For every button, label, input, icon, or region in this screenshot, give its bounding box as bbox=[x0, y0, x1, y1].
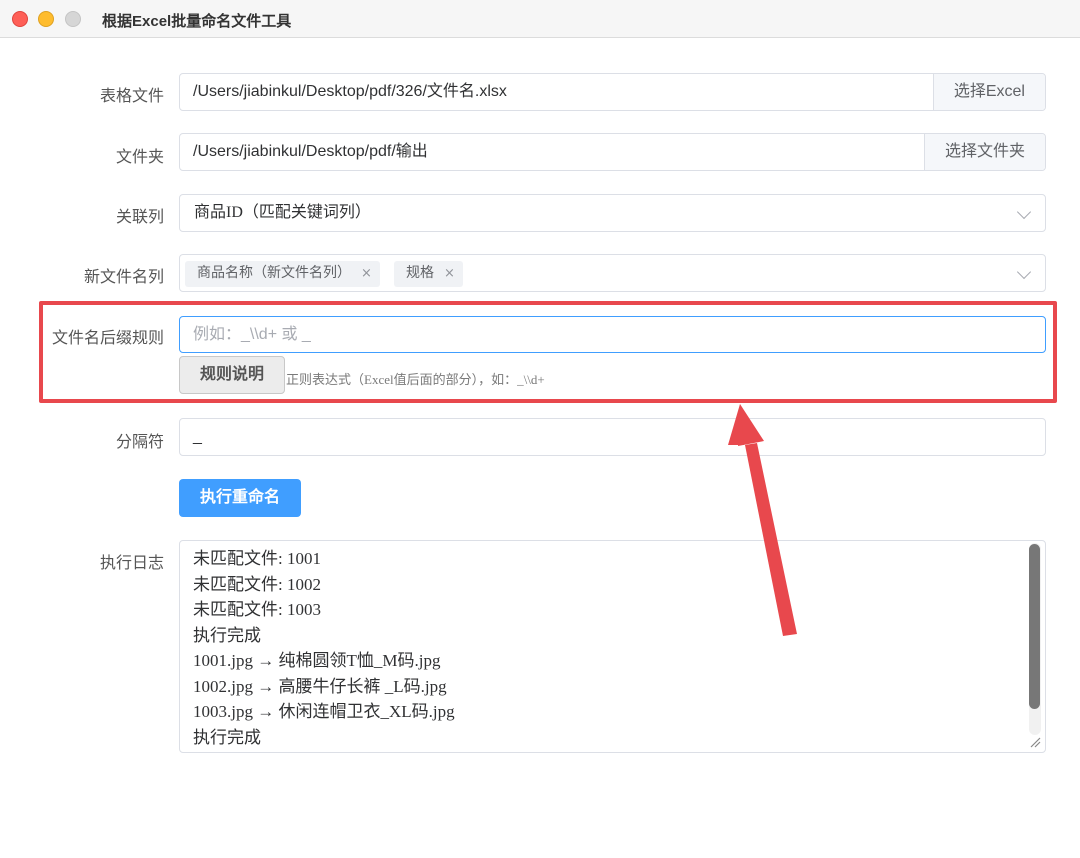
folder-path-input[interactable]: /Users/jiabinkul/Desktop/pdf/输出 bbox=[180, 134, 924, 170]
folder-label: 文件夹 bbox=[115, 149, 164, 166]
chevron-down-icon bbox=[1016, 204, 1032, 220]
app-window: 根据Excel批量命名文件工具 表格文件 /Users/jiabinkul/De… bbox=[0, 0, 1080, 858]
tag-close-icon[interactable]: × bbox=[444, 261, 455, 287]
excel-file-label: 表格文件 bbox=[99, 88, 164, 105]
log-lines: 未匹配文件: 1001 未匹配文件: 1002 未匹配文件: 1003 执行完成… bbox=[193, 546, 455, 750]
tag-spec: 规格 × bbox=[394, 261, 463, 287]
log-label: 执行日志 bbox=[99, 555, 164, 572]
close-window-button[interactable] bbox=[12, 11, 28, 27]
key-column-value: 商品ID（匹配关键词列） bbox=[194, 204, 371, 221]
excel-path-input[interactable]: /Users/jiabinkul/Desktop/pdf/326/文件名.xls… bbox=[180, 74, 933, 110]
highlight-box bbox=[39, 301, 1057, 403]
log-line: 未匹配文件: 1001 bbox=[193, 549, 321, 568]
tag-close-icon[interactable]: × bbox=[361, 261, 372, 287]
chevron-down-icon bbox=[1016, 264, 1032, 280]
title-bar: 根据Excel批量命名文件工具 bbox=[0, 0, 1080, 38]
scrollbar-thumb[interactable] bbox=[1029, 544, 1040, 709]
window-title: 根据Excel批量命名文件工具 bbox=[102, 13, 292, 30]
excel-path-group: /Users/jiabinkul/Desktop/pdf/326/文件名.xls… bbox=[179, 73, 1046, 111]
maximize-window-button[interactable] bbox=[65, 11, 81, 27]
log-line: 执行完成 bbox=[193, 625, 261, 645]
separator-label: 分隔符 bbox=[115, 434, 164, 451]
log-line: 未匹配文件: 1003 bbox=[193, 600, 321, 619]
new-name-label: 新文件名列 bbox=[83, 269, 164, 286]
log-line: 执行完成 bbox=[193, 727, 261, 747]
log-textarea[interactable]: 未匹配文件: 1001 未匹配文件: 1002 未匹配文件: 1003 执行完成… bbox=[179, 540, 1046, 753]
choose-folder-button[interactable]: 选择文件夹 bbox=[923, 134, 1045, 170]
separator-value: _ bbox=[193, 428, 202, 445]
separator-input[interactable]: _ bbox=[179, 418, 1046, 456]
tag-product-name: 商品名称（新文件名列） × bbox=[185, 261, 380, 287]
tag-label: 商品名称（新文件名列） bbox=[197, 266, 351, 281]
key-column-select[interactable]: 商品ID（匹配关键词列） bbox=[179, 194, 1046, 232]
log-line: 1002.jpg → 高腰牛仔长裤 _L码.jpg bbox=[193, 676, 447, 696]
resize-handle-icon[interactable] bbox=[1029, 736, 1041, 748]
log-line: 未匹配文件: 1002 bbox=[193, 574, 321, 594]
new-name-multiselect[interactable]: 商品名称（新文件名列） × 规格 × bbox=[179, 254, 1046, 292]
log-line: 1003.jpg → 休闲连帽卫衣_XL码.jpg bbox=[193, 702, 455, 721]
log-line: 1001.jpg → 纯棉圆领T恤_M码.jpg bbox=[193, 651, 441, 670]
minimize-window-button[interactable] bbox=[38, 11, 54, 27]
folder-path-group: /Users/jiabinkul/Desktop/pdf/输出 选择文件夹 bbox=[179, 133, 1046, 171]
tag-label: 规格 bbox=[406, 266, 434, 281]
choose-excel-button[interactable]: 选择Excel bbox=[932, 74, 1045, 110]
run-rename-button[interactable]: 执行重命名 bbox=[179, 479, 301, 517]
key-column-label: 关联列 bbox=[115, 209, 164, 226]
